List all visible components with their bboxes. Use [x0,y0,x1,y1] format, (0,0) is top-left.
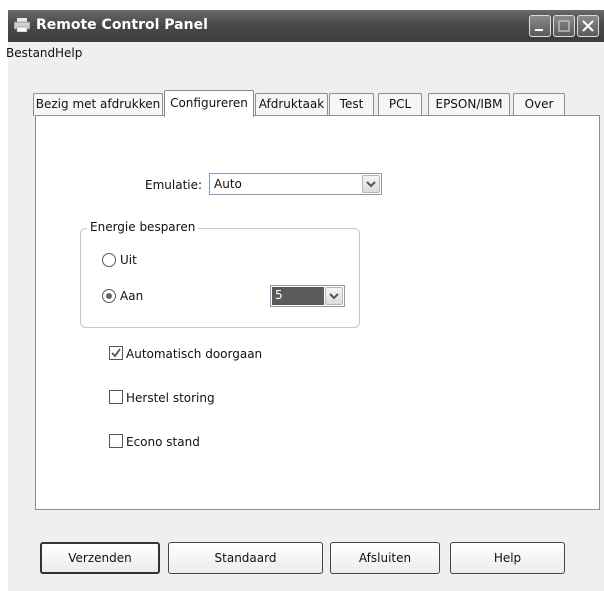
tab-label: Configureren [170,96,248,110]
tab-afdruktaak[interactable]: Afdruktaak [255,93,328,116]
tab-epson-ibm[interactable]: EPSON/IBM [428,93,510,116]
menu-help[interactable]: Help [55,46,82,60]
help-button-label: Help [493,551,522,565]
power-saving-title: Energie besparen [87,220,199,234]
menu-bar: Bestand Help [6,42,604,64]
close-button[interactable] [577,15,599,37]
printer-icon [14,18,30,32]
radio-on[interactable] [102,289,116,303]
close-app-button-label: Afsluiten [358,551,412,565]
tab-label: Test [339,97,364,111]
maximize-icon [558,20,570,32]
tab-bezig-met-afdrukken[interactable]: Bezig met afdrukken [33,93,163,116]
chevron-down-icon [366,181,376,188]
dropdown-button[interactable] [362,175,380,193]
tab-label: Afdruktaak [258,97,325,111]
minimize-icon [535,29,543,31]
auto-continue-label: Automatisch doorgaan [126,347,263,361]
close-app-button[interactable]: Afsluiten [330,542,440,574]
power-saving-minutes-value: 5 [275,288,283,302]
checkmark-icon [111,348,121,358]
dropdown-button[interactable] [325,287,343,305]
econo-mode-label: Econo stand [126,435,200,449]
window-title: Remote Control Panel [36,17,208,33]
menu-bestand[interactable]: Bestand [6,46,55,60]
title-bar[interactable]: Remote Control Panel [8,10,604,42]
close-icon [582,20,594,32]
tab-configureren[interactable]: Configureren [164,90,254,117]
tab-label: PCL [388,97,412,111]
help-button[interactable]: Help [450,542,565,574]
error-recovery-checkbox[interactable] [109,390,123,404]
tab-test[interactable]: Test [329,93,374,116]
default-button-label: Standaard [214,551,277,565]
tab-over[interactable]: Over [513,93,565,116]
send-button-label: Verzenden [68,551,132,565]
auto-continue-checkbox[interactable] [109,346,123,360]
default-button[interactable]: Standaard [168,542,323,574]
radio-off[interactable] [102,253,116,267]
send-button[interactable]: Verzenden [40,542,160,574]
tab-pcl[interactable]: PCL [378,93,422,116]
emulation-label: Emulatie: [145,178,203,192]
emulation-value: Auto [214,177,242,191]
power-saving-minutes-select[interactable]: 5 [270,285,345,307]
minimize-button[interactable] [529,15,551,37]
econo-mode-checkbox[interactable] [109,434,123,448]
chevron-down-icon [329,293,339,300]
radio-on-label: Aan [120,289,144,303]
radio-off-label: Uit [120,253,137,267]
radio-dot [106,293,112,299]
tab-label: Bezig met afdrukken [35,97,161,111]
emulation-select[interactable]: Auto [209,173,382,195]
error-recovery-label: Herstel storing [126,391,215,405]
tab-label: Over [524,97,554,111]
tab-label: EPSON/IBM [435,97,503,111]
maximize-button[interactable] [553,15,575,37]
power-saving-group [80,228,360,328]
